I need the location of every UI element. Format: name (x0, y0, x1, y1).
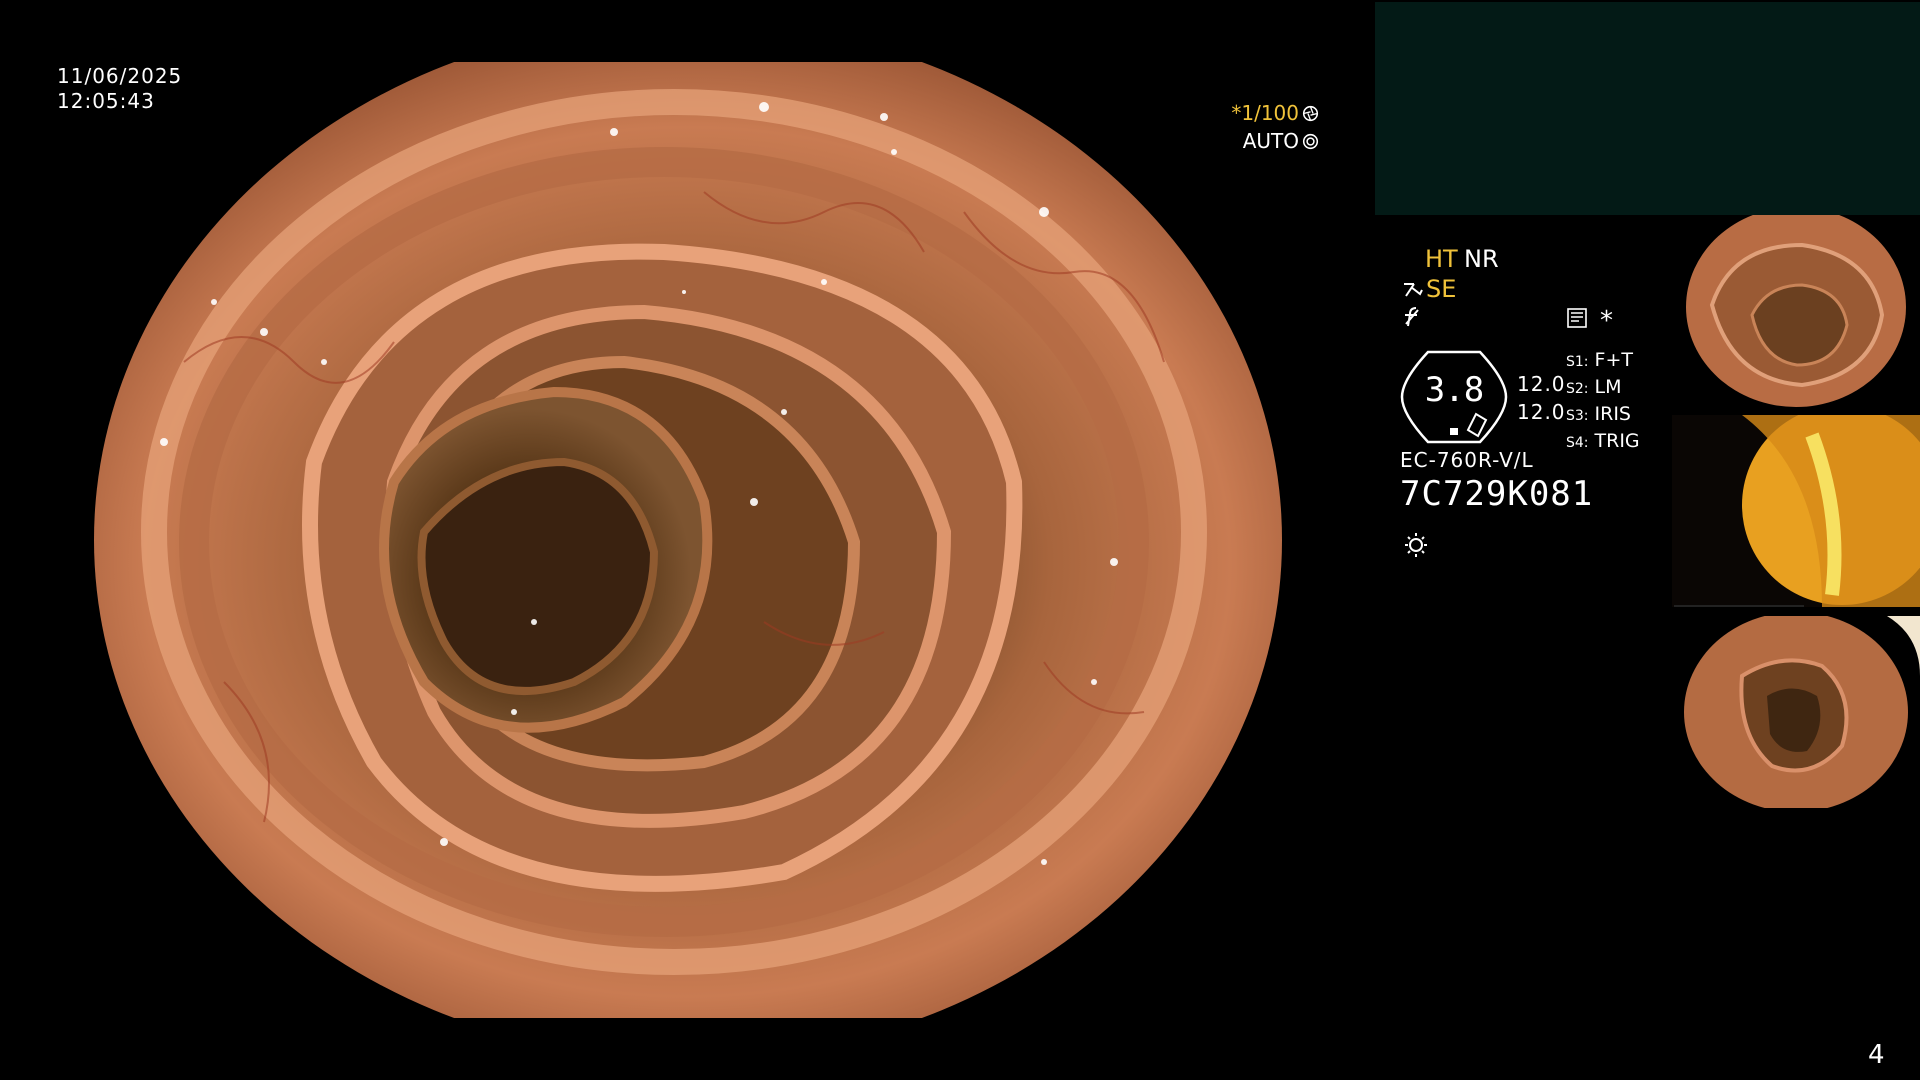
endoscopic-image (64, 62, 1312, 1018)
structure-enhance-icon (1404, 283, 1423, 297)
switch-value: F+T (1594, 349, 1633, 371)
switch-row: S3: IRIS (1566, 402, 1640, 429)
star-indicator: * (1600, 306, 1613, 336)
auto-ring-icon (1302, 133, 1319, 149)
gauge-value: 3.8 (1424, 370, 1484, 410)
function-icon (1405, 307, 1419, 327)
date-time-display: 11/06/2025 12:05:43 (57, 64, 182, 114)
auto-mode-row: AUTO (1225, 127, 1319, 155)
scope-model: EC-760R-V/L (1400, 448, 1534, 472)
value-readout-1: 12.0 (1517, 372, 1566, 396)
switch-row: S4: TRIG (1566, 429, 1640, 456)
se-indicator: SE (1426, 275, 1457, 303)
switch-value: TRIG (1594, 430, 1640, 452)
dark-preview-area (1375, 2, 1920, 215)
thumbnail-2[interactable] (1672, 415, 1920, 607)
switch-key: S2: (1566, 381, 1589, 397)
page-number: 4 (1868, 1040, 1885, 1070)
nr-indicator: NR (1464, 245, 1499, 273)
switch-row: S1: F+T (1566, 348, 1640, 375)
serial-number: 7C729K081 (1400, 474, 1594, 514)
date-text: 11/06/2025 (57, 64, 183, 88)
switch-key: S3: (1566, 408, 1589, 424)
value-readout-2: 12.0 (1517, 400, 1566, 424)
shutter-speed-text: *1/100 (1231, 101, 1299, 125)
ht-indicator: HT (1425, 245, 1458, 273)
switch-value: IRIS (1594, 403, 1631, 425)
light-source-icon (1405, 533, 1427, 557)
thumbnail-1[interactable] (1672, 215, 1920, 407)
aperture-icon (1302, 105, 1319, 121)
switch-row: S2: LM (1566, 375, 1640, 402)
switch-key: S1: (1566, 354, 1589, 370)
thumbnail-3[interactable] (1672, 616, 1920, 808)
shutter-row: *1/100 (1225, 99, 1319, 127)
switch-assignments: S1: F+T S2: LM S3: IRIS S4: TRIG (1566, 348, 1640, 456)
auto-mode-text: AUTO (1242, 129, 1299, 153)
exposure-readout: *1/100 AUTO (1225, 99, 1319, 155)
switch-value: LM (1594, 376, 1622, 398)
time-text: 12:05:43 (57, 89, 155, 113)
memo-icon (1567, 308, 1587, 328)
switch-key: S4: (1566, 435, 1589, 451)
